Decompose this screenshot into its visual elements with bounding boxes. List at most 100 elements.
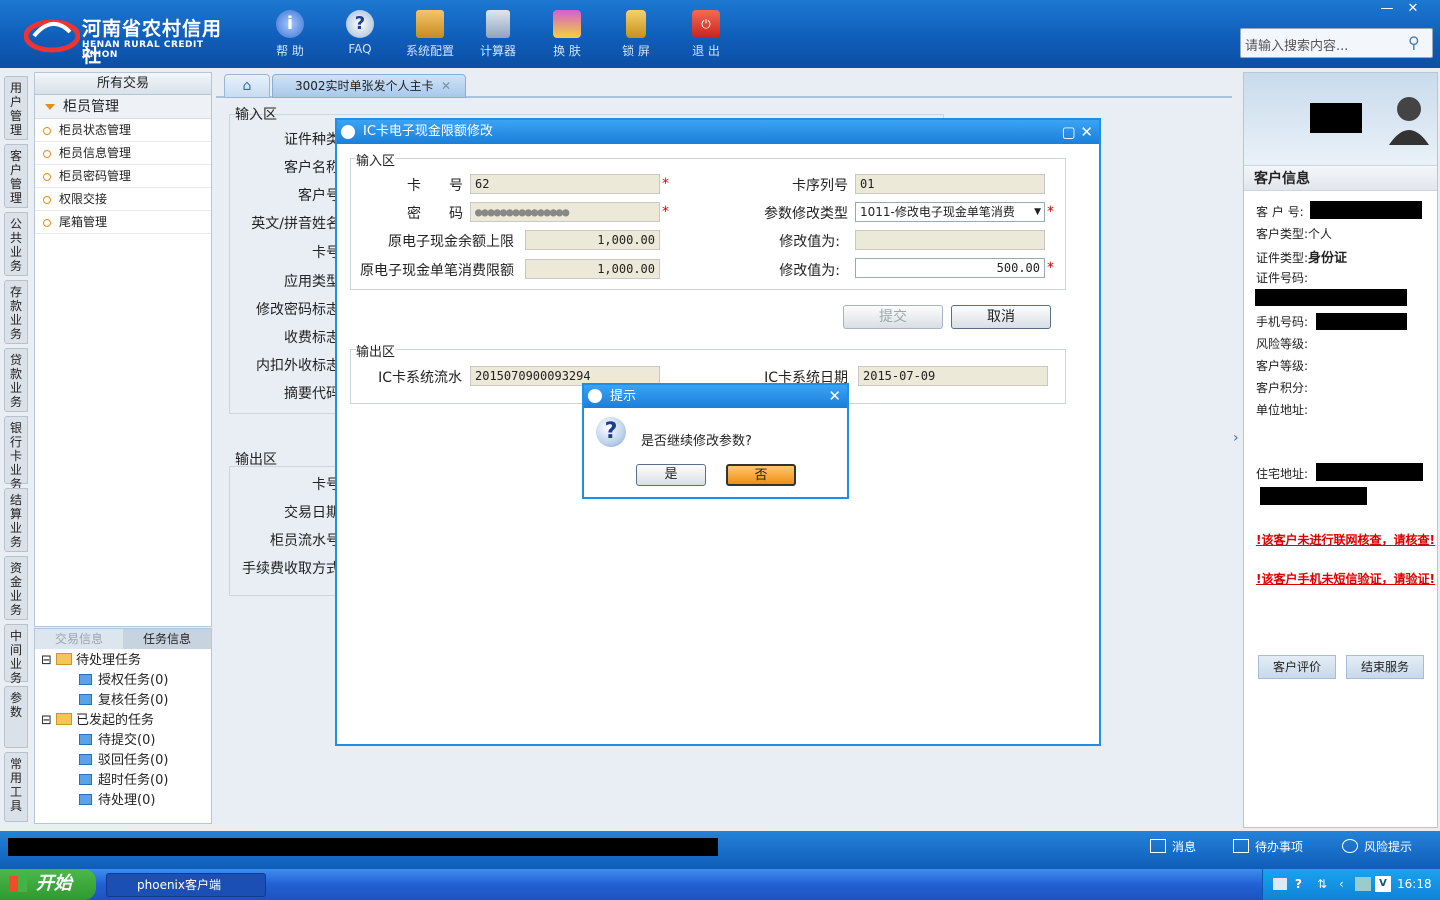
warning-sms-verify-link[interactable]: !该客户手机未短信验证，请验证!: [1256, 570, 1436, 588]
exit-label: 退 出: [692, 44, 720, 58]
bg-out-label-card: 卡号: [312, 477, 340, 493]
label-home-address: 住宅地址:: [1256, 467, 1309, 481]
tab-transaction-info[interactable]: 交易信息: [35, 629, 123, 649]
close-window-button[interactable]: ✕: [1400, 0, 1426, 18]
vtab-intermediary[interactable]: 中间业务: [4, 624, 28, 685]
vtab-public-business[interactable]: 公共业务: [4, 212, 28, 276]
tab-current-transaction[interactable]: 3002实时单张发个人主卡 ✕: [272, 74, 466, 98]
nav-item-teller-status[interactable]: 柜员状态管理: [35, 119, 211, 142]
label-password: 密 码: [407, 206, 463, 222]
tree-item-to-submit[interactable]: 待提交(0): [79, 731, 155, 751]
tree-item-auth-tasks[interactable]: 授权任务(0): [79, 671, 168, 691]
cancel-button[interactable]: 取消: [951, 305, 1051, 329]
dialog-input-section-title: 输入区: [356, 150, 396, 169]
card-seq-field[interactable]: 01: [855, 174, 1045, 194]
nav-item-teller-info[interactable]: 柜员信息管理: [35, 142, 211, 165]
network-icon[interactable]: ⇅: [1317, 877, 1327, 891]
tree-label: 超时任务(0): [98, 773, 169, 788]
label-balance-limit: 原电子现金余额上限: [388, 234, 514, 250]
home-tab[interactable]: ⌂: [224, 74, 270, 98]
help-tray-icon[interactable]: ?: [1295, 877, 1302, 891]
app-tray-icon[interactable]: V: [1375, 876, 1391, 892]
tree-item-to-process[interactable]: 待处理(0): [79, 791, 155, 811]
vtab-parameters[interactable]: 参数: [4, 686, 28, 748]
label-customer-points: 客户积分:: [1256, 381, 1309, 395]
lock-screen-button[interactable]: 锁 屏: [606, 8, 666, 64]
bg-output-section-title: 输出区: [235, 452, 277, 468]
modify-value-2-field[interactable]: 500.00: [855, 258, 1045, 278]
start-button[interactable]: 开始: [0, 869, 96, 900]
label-single-limit: 原电子现金单笔消费限额: [360, 263, 514, 279]
bg-label-change-pwd-flag: 修改密码标志: [256, 302, 340, 318]
skin-button[interactable]: 换 肤: [537, 8, 597, 64]
card-number-field[interactable]: 62: [470, 174, 660, 194]
param-type-select[interactable]: 1011-修改电子现金单笔消费 ▼: [855, 202, 1045, 222]
lock-icon: [626, 10, 646, 38]
nav-item-permission-handover[interactable]: 权限交接: [35, 188, 211, 211]
folder-icon: [56, 653, 73, 665]
label-modify-value-2: 修改值为:: [779, 263, 840, 279]
keyboard-icon[interactable]: [1273, 878, 1287, 890]
exit-button[interactable]: ⏻ 退 出: [676, 8, 736, 64]
tree-item-review-tasks[interactable]: 复核任务(0): [79, 691, 168, 711]
nav-item-teller-password[interactable]: 柜员密码管理: [35, 165, 211, 188]
search-icon[interactable]: ⚲: [1408, 33, 1426, 52]
yes-button[interactable]: 是: [636, 464, 706, 486]
submit-button[interactable]: 提交: [843, 305, 943, 329]
folder-icon: [56, 713, 73, 725]
collapse-panel-handle[interactable]: ›: [1233, 430, 1241, 470]
vtab-deposit[interactable]: 存款业务: [4, 280, 28, 344]
todo-button[interactable]: 待办事项: [1233, 838, 1303, 858]
end-service-button[interactable]: 结束服务: [1346, 655, 1424, 679]
bg-label-app-type: 应用类型: [284, 274, 340, 290]
help-button[interactable]: i 帮 助: [260, 8, 320, 64]
tree-item-timeout[interactable]: 超时任务(0): [79, 771, 168, 791]
close-icon[interactable]: ✕: [1080, 123, 1093, 141]
risk-alert-button[interactable]: 风险提示: [1342, 838, 1412, 858]
help-label: 帮 助: [276, 44, 304, 58]
arrow-left-icon[interactable]: ‹: [1339, 877, 1344, 891]
bg-input-section-title: 输入区: [235, 107, 277, 123]
vtab-bank-card[interactable]: 银行卡业务: [4, 416, 28, 491]
maximize-icon[interactable]: ▢: [1061, 123, 1075, 141]
nav-item-cash-box[interactable]: 尾箱管理: [35, 211, 211, 234]
prompt-title-bar: 提示 ✕: [584, 385, 847, 408]
nav-group-teller-management[interactable]: 柜员管理: [35, 95, 211, 119]
chevron-right-icon: ›: [1233, 430, 1239, 446]
messages-button[interactable]: 消息: [1150, 838, 1196, 858]
minimize-button[interactable]: —: [1374, 0, 1400, 18]
search-input[interactable]: 请输入搜索内容... ⚲: [1240, 28, 1433, 58]
tree-label: 待提交(0): [98, 733, 156, 748]
mail-icon: [1150, 839, 1166, 853]
system-config-button[interactable]: 系统配置: [400, 8, 460, 64]
faq-button[interactable]: ? FAQ: [330, 8, 390, 64]
vtab-user-management[interactable]: 用户管理: [4, 76, 28, 140]
tree-pending-tasks[interactable]: ⊟ 待处理任务: [41, 651, 141, 671]
vtab-loan[interactable]: 贷款业务: [4, 348, 28, 412]
close-tab-icon[interactable]: ✕: [441, 75, 451, 97]
calculator-button[interactable]: 计算器: [468, 8, 528, 64]
risk-alert-label: 风险提示: [1364, 840, 1413, 854]
label-text: 客户类型:: [1256, 227, 1309, 241]
taskbar-app-phoenix[interactable]: phoenix客户端: [106, 873, 266, 897]
tree-started-tasks[interactable]: ⊟ 已发起的任务: [41, 711, 154, 731]
vtab-settlement[interactable]: 结算业务: [4, 488, 28, 552]
tree-item-rejected[interactable]: 驳回任务(0): [79, 751, 168, 771]
modify-value-1-field[interactable]: [855, 230, 1045, 250]
customer-panel: 客户信息 客 户 号: 客户类型:个人 证件类型:身份证 证件号码: 手机号码:…: [1243, 72, 1438, 828]
vtab-funds[interactable]: 资金业务: [4, 556, 28, 620]
close-icon[interactable]: ✕: [828, 385, 841, 408]
vtab-customer-management[interactable]: 客户管理: [4, 144, 28, 208]
customer-eval-button[interactable]: 客户评价: [1258, 655, 1336, 679]
no-button[interactable]: 否: [726, 464, 796, 486]
monitor-icon[interactable]: [1355, 877, 1371, 891]
password-field[interactable]: ●●●●●●●●●●●●●●●: [470, 202, 660, 222]
tab-task-info[interactable]: 任务信息: [123, 629, 211, 649]
start-label: 开始: [36, 873, 72, 894]
warning-network-check-link[interactable]: !该客户未进行联网核查，请核查!: [1256, 531, 1436, 549]
prompt-title: 提示: [610, 389, 637, 404]
system-tray: ? ⇅ ‹ V 16:18: [1262, 869, 1440, 900]
nav-header: 所有交易: [35, 73, 211, 95]
tab-label: 3002实时单张发个人主卡: [295, 79, 434, 93]
vtab-tools[interactable]: 常用工具: [4, 752, 28, 822]
